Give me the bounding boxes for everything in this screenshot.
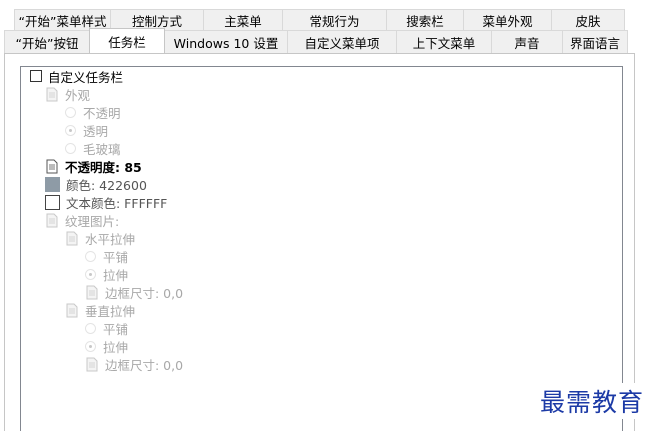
tab-custom-menu-items[interactable]: 自定义菜单项 bbox=[287, 30, 397, 53]
h-stretch-option[interactable]: 拉伸 bbox=[85, 265, 128, 283]
tab-skin[interactable]: 皮肤 bbox=[551, 9, 625, 31]
tab-start-button[interactable]: “开始”按钮 bbox=[4, 30, 90, 53]
v-border-setting[interactable]: 边框尺寸: 0,0 bbox=[85, 355, 183, 373]
transparent-option[interactable]: 透明 bbox=[65, 121, 108, 139]
tab-menu-look[interactable]: 菜单外观 bbox=[463, 9, 552, 31]
document-icon bbox=[85, 285, 99, 300]
document-icon bbox=[45, 213, 59, 228]
v-border-label: 边框尺寸: 0,0 bbox=[105, 357, 184, 373]
opaque-option[interactable]: 不透明 bbox=[65, 103, 121, 121]
frosted-label: 毛玻璃 bbox=[83, 141, 121, 157]
v-stretch-radio[interactable] bbox=[85, 340, 96, 352]
h-stretch-label: 拉伸 bbox=[103, 267, 129, 283]
v-stretch-label: 拉伸 bbox=[103, 339, 129, 355]
tab-main-menu[interactable]: 主菜单 bbox=[203, 9, 283, 31]
color-setting[interactable]: 颜色: 422600 bbox=[45, 175, 147, 193]
h-border-setting[interactable]: 边框尺寸: 0,0 bbox=[85, 283, 183, 301]
v-tile-option[interactable]: 平铺 bbox=[85, 319, 128, 337]
tab-context-menu[interactable]: 上下文菜单 bbox=[396, 30, 492, 53]
vertical-stretch-label: 垂直拉伸 bbox=[85, 303, 136, 319]
custom-taskbar-checkbox[interactable] bbox=[30, 70, 42, 82]
v-tile-label: 平铺 bbox=[103, 321, 129, 337]
document-icon bbox=[85, 357, 99, 372]
texture-label: 纹理图片: bbox=[65, 213, 120, 229]
appearance-group: 外观 bbox=[45, 85, 90, 103]
tab-windows10-settings[interactable]: Windows 10 设置 bbox=[164, 30, 288, 53]
opacity-setting[interactable]: 不透明度: 85 bbox=[45, 157, 142, 175]
tab-taskbar[interactable]: 任务栏 bbox=[89, 28, 165, 53]
document-icon bbox=[65, 231, 79, 246]
text-color-setting[interactable]: 文本颜色: FFFFFF bbox=[45, 193, 167, 211]
tab-language[interactable]: 界面语言 bbox=[562, 30, 628, 53]
transparent-radio[interactable] bbox=[65, 124, 76, 136]
transparent-label: 透明 bbox=[83, 123, 109, 139]
text-color-swatch[interactable] bbox=[45, 194, 60, 210]
document-icon bbox=[45, 159, 59, 174]
v-tile-radio[interactable] bbox=[85, 322, 96, 334]
opaque-radio[interactable] bbox=[65, 106, 76, 118]
color-label: 颜色: 422600 bbox=[66, 177, 147, 193]
tab-sound[interactable]: 声音 bbox=[491, 30, 563, 53]
h-border-label: 边框尺寸: 0,0 bbox=[105, 285, 184, 301]
appearance-label: 外观 bbox=[65, 87, 91, 103]
document-icon bbox=[65, 303, 79, 318]
horizontal-stretch-label: 水平拉伸 bbox=[85, 231, 136, 247]
frosted-radio[interactable] bbox=[65, 142, 76, 154]
watermark: 最需教育 bbox=[540, 383, 664, 419]
tab-general-behavior[interactable]: 常规行为 bbox=[282, 9, 387, 31]
taskbar-settings-panel: 自定义任务栏 外观 不透明 透明 毛玻璃 不透明度: 85 颜色: 422600 bbox=[4, 53, 635, 431]
opacity-label: 不透明度: 85 bbox=[65, 159, 142, 175]
frosted-option[interactable]: 毛玻璃 bbox=[65, 139, 121, 157]
opaque-label: 不透明 bbox=[83, 105, 121, 121]
settings-tabs: “开始”菜单样式 控制方式 主菜单 常规行为 搜索栏 菜单外观 皮肤 “开始”按… bbox=[0, 0, 664, 56]
document-icon bbox=[45, 87, 59, 102]
h-stretch-radio[interactable] bbox=[85, 268, 96, 280]
h-tile-label: 平铺 bbox=[103, 249, 129, 265]
v-stretch-option[interactable]: 拉伸 bbox=[85, 337, 128, 355]
tab-row-bottom: “开始”按钮 任务栏 Windows 10 设置 自定义菜单项 上下文菜单 声音… bbox=[0, 28, 628, 53]
custom-taskbar-label: 自定义任务栏 bbox=[48, 69, 124, 85]
tab-search-box[interactable]: 搜索栏 bbox=[386, 9, 464, 31]
h-tile-radio[interactable] bbox=[85, 250, 96, 262]
h-tile-option[interactable]: 平铺 bbox=[85, 247, 128, 265]
texture-setting[interactable]: 纹理图片: bbox=[45, 211, 119, 229]
vertical-stretch-group: 垂直拉伸 bbox=[65, 301, 135, 319]
horizontal-stretch-group: 水平拉伸 bbox=[65, 229, 135, 247]
settings-tree: 自定义任务栏 外观 不透明 透明 毛玻璃 不透明度: 85 颜色: 422600 bbox=[20, 66, 623, 431]
color-swatch[interactable] bbox=[45, 176, 60, 192]
custom-taskbar-option[interactable]: 自定义任务栏 bbox=[30, 67, 123, 85]
text-color-label: 文本颜色: FFFFFF bbox=[66, 195, 168, 211]
